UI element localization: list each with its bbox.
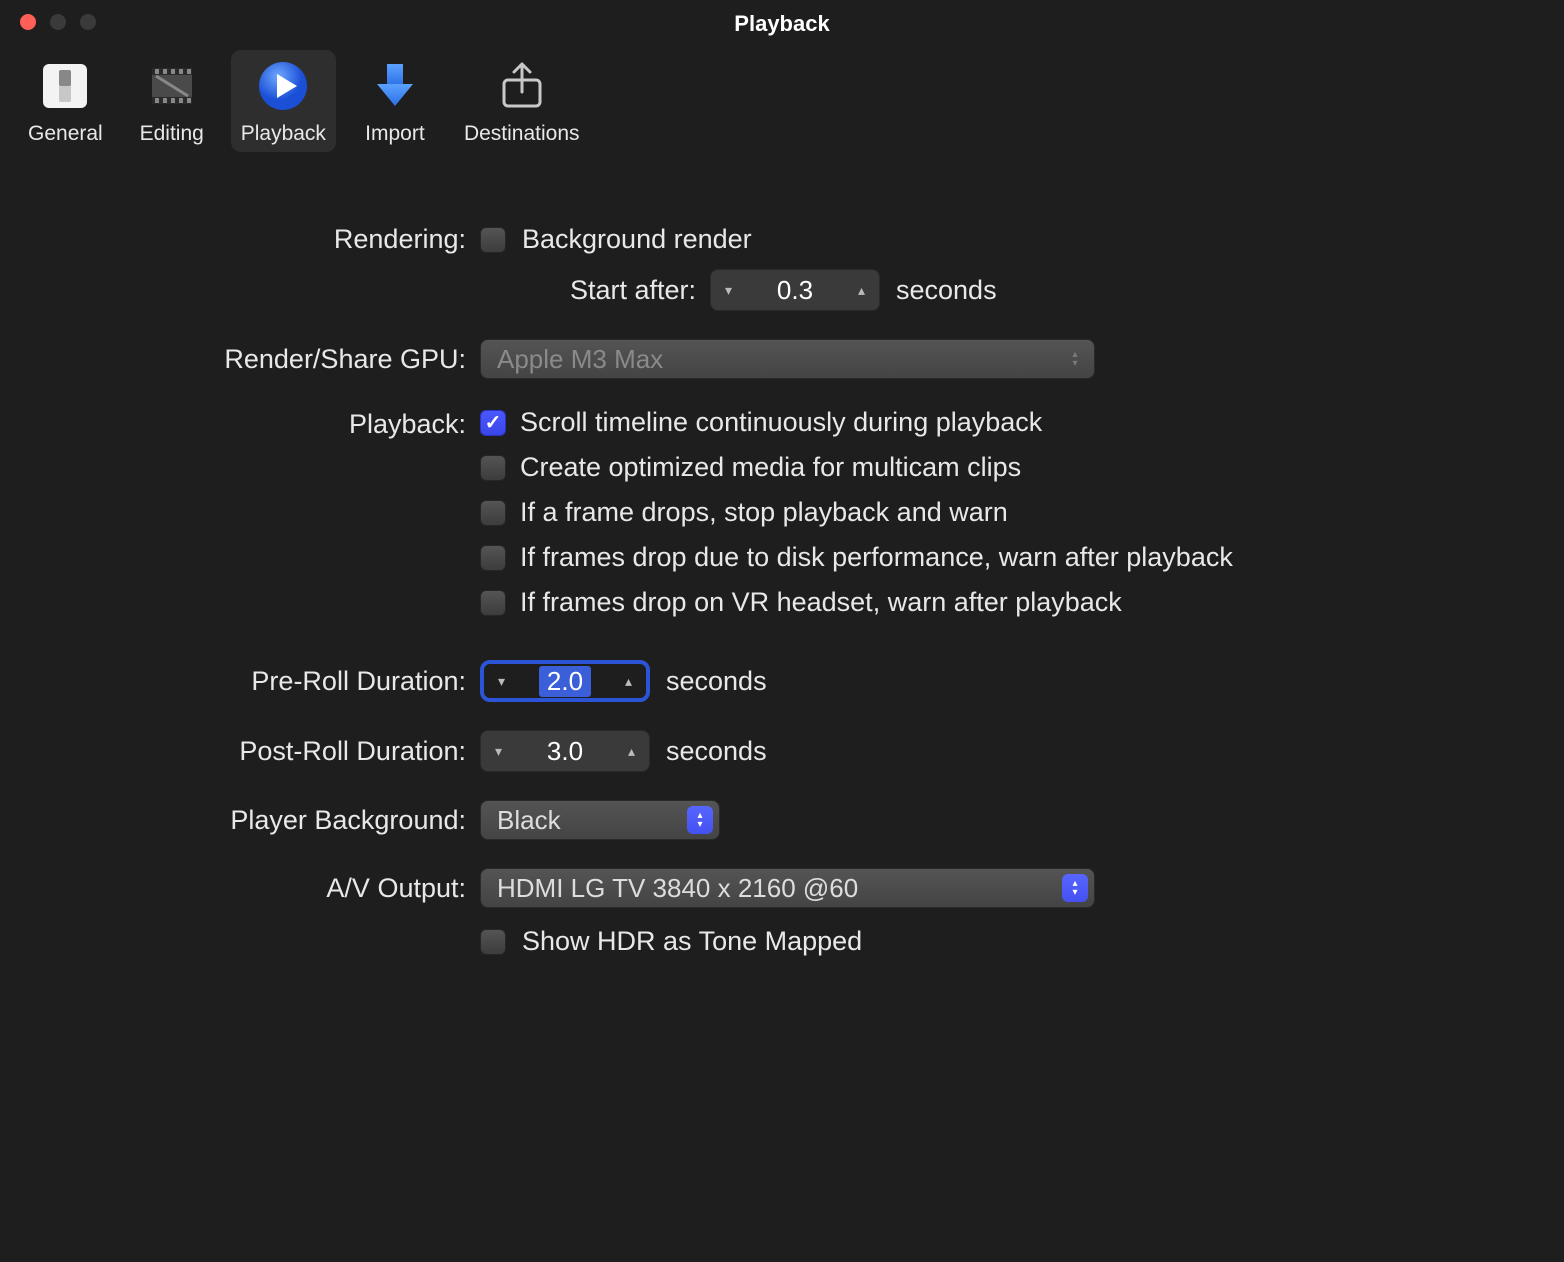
destinations-icon bbox=[494, 58, 550, 114]
checkbox-disk-warn[interactable] bbox=[480, 545, 506, 571]
row-playback: Playback: Scroll timeline continuously d… bbox=[40, 407, 1524, 632]
row-player-bg: Player Background: Black ▴▾ bbox=[40, 800, 1524, 840]
checkbox-vr-warn[interactable] bbox=[480, 590, 506, 616]
editing-icon bbox=[144, 58, 200, 114]
popup-value: HDMI LG TV 3840 x 2160 @60 bbox=[497, 873, 858, 904]
titlebar: Playback bbox=[0, 0, 1564, 40]
tab-label: Import bbox=[365, 122, 425, 146]
traffic-lights bbox=[20, 14, 96, 30]
checkbox-label: If a frame drops, stop playback and warn bbox=[520, 497, 1008, 528]
label-post-roll: Post-Roll Duration: bbox=[40, 736, 480, 767]
label-player-bg: Player Background: bbox=[40, 805, 480, 836]
row-pre-roll: Pre-Roll Duration: ▾ 2.0 ▴ seconds bbox=[40, 660, 1524, 702]
tab-label: Playback bbox=[241, 122, 326, 146]
import-icon bbox=[367, 58, 423, 114]
row-av-output: A/V Output: HDMI LG TV 3840 x 2160 @60 ▴… bbox=[40, 868, 1524, 908]
option-row: If frames drop on VR headset, warn after… bbox=[480, 587, 1233, 618]
popup-player-bg[interactable]: Black ▴▾ bbox=[480, 800, 720, 840]
row-start-after: Start after: ▾ 0.3 ▴ seconds bbox=[40, 269, 1524, 311]
label-av-output: A/V Output: bbox=[40, 873, 480, 904]
checkbox-background-render[interactable] bbox=[480, 227, 506, 253]
tab-label: Editing bbox=[140, 122, 204, 146]
checkbox-label: Create optimized media for multicam clip… bbox=[520, 452, 1021, 483]
preferences-toolbar: General bbox=[0, 40, 1564, 166]
chevron-down-icon[interactable]: ▾ bbox=[492, 673, 511, 690]
playback-icon bbox=[255, 58, 311, 114]
checkbox-label-hdr: Show HDR as Tone Mapped bbox=[522, 926, 862, 957]
minimize-button[interactable] bbox=[50, 14, 66, 30]
checkbox-show-hdr[interactable] bbox=[480, 929, 506, 955]
label-rendering: Rendering: bbox=[40, 224, 480, 255]
stepper-value: 0.3 bbox=[763, 275, 827, 306]
tab-general[interactable]: General bbox=[18, 50, 113, 152]
option-row: If frames drop due to disk performance, … bbox=[480, 542, 1233, 573]
chevron-down-icon[interactable]: ▾ bbox=[489, 743, 508, 760]
chevron-up-icon[interactable]: ▴ bbox=[852, 282, 871, 299]
tab-import[interactable]: Import bbox=[350, 50, 440, 152]
maximize-button[interactable] bbox=[80, 14, 96, 30]
checkbox-label: If frames drop due to disk performance, … bbox=[520, 542, 1233, 573]
label-playback: Playback: bbox=[40, 407, 480, 440]
stepper-start-after[interactable]: ▾ 0.3 ▴ bbox=[710, 269, 880, 311]
unit-seconds: seconds bbox=[896, 275, 997, 306]
checkbox-optimized-media[interactable] bbox=[480, 455, 506, 481]
chevron-down-icon[interactable]: ▾ bbox=[719, 282, 738, 299]
window-title: Playback bbox=[734, 11, 829, 37]
close-button[interactable] bbox=[20, 14, 36, 30]
checkbox-label: Scroll timeline continuously during play… bbox=[520, 407, 1042, 438]
unit-seconds: seconds bbox=[666, 666, 767, 697]
updown-chevrons-icon: ▴▾ bbox=[687, 806, 713, 834]
chevron-up-icon[interactable]: ▴ bbox=[619, 673, 638, 690]
unit-seconds: seconds bbox=[666, 736, 767, 767]
row-gpu: Render/Share GPU: Apple M3 Max ▴▾ bbox=[40, 339, 1524, 379]
general-icon bbox=[37, 58, 93, 114]
updown-chevrons-icon: ▴▾ bbox=[1062, 345, 1088, 373]
label-gpu: Render/Share GPU: bbox=[40, 344, 480, 375]
checkbox-scroll-timeline[interactable] bbox=[480, 410, 506, 436]
stepper-post-roll[interactable]: ▾ 3.0 ▴ bbox=[480, 730, 650, 772]
option-row: Scroll timeline continuously during play… bbox=[480, 407, 1233, 438]
label-pre-roll: Pre-Roll Duration: bbox=[40, 666, 480, 697]
option-row: Create optimized media for multicam clip… bbox=[480, 452, 1233, 483]
row-post-roll: Post-Roll Duration: ▾ 3.0 ▴ seconds bbox=[40, 730, 1524, 772]
tab-label: Destinations bbox=[464, 122, 580, 146]
popup-gpu[interactable]: Apple M3 Max ▴▾ bbox=[480, 339, 1095, 379]
stepper-pre-roll[interactable]: ▾ 2.0 ▴ bbox=[480, 660, 650, 702]
preferences-window: Playback General bbox=[0, 0, 1564, 1262]
popup-value: Black bbox=[497, 805, 561, 836]
tab-destinations[interactable]: Destinations bbox=[454, 50, 590, 152]
chevron-up-icon[interactable]: ▴ bbox=[622, 743, 641, 760]
row-hdr: Show HDR as Tone Mapped bbox=[40, 926, 1524, 957]
tab-label: General bbox=[28, 122, 103, 146]
checkbox-label-background-render: Background render bbox=[522, 224, 752, 255]
checkbox-label: If frames drop on VR headset, warn after… bbox=[520, 587, 1122, 618]
popup-av-output[interactable]: HDMI LG TV 3840 x 2160 @60 ▴▾ bbox=[480, 868, 1095, 908]
option-row: If a frame drops, stop playback and warn bbox=[480, 497, 1233, 528]
tab-editing[interactable]: Editing bbox=[127, 50, 217, 152]
updown-chevrons-icon: ▴▾ bbox=[1062, 874, 1088, 902]
stepper-value: 3.0 bbox=[533, 736, 597, 767]
tab-playback[interactable]: Playback bbox=[231, 50, 336, 152]
row-rendering: Rendering: Background render bbox=[40, 224, 1524, 255]
stepper-value: 2.0 bbox=[539, 666, 591, 697]
popup-value: Apple M3 Max bbox=[497, 344, 663, 375]
checkbox-frame-drop-stop[interactable] bbox=[480, 500, 506, 526]
content-area: Rendering: Background render Start after… bbox=[0, 166, 1564, 1007]
label-start-after: Start after: bbox=[40, 275, 710, 306]
